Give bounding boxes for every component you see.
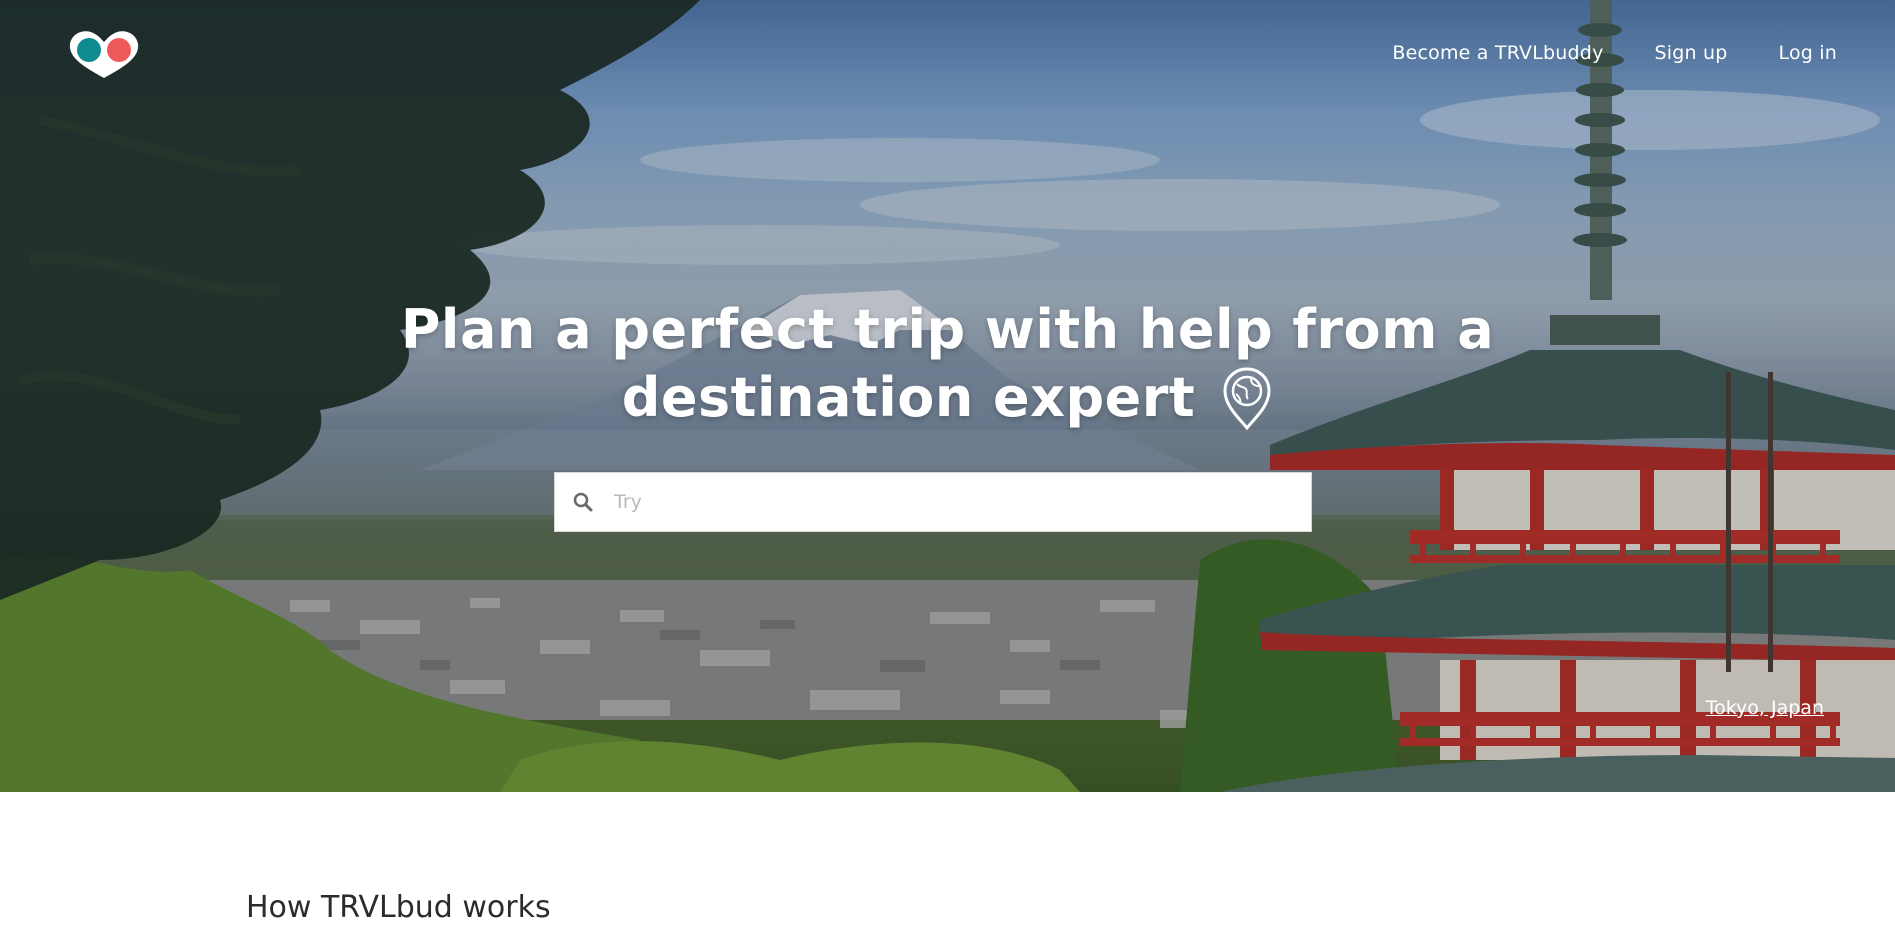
headline-line-1: Plan a perfect trip with help from a bbox=[400, 298, 1495, 361]
search-icon bbox=[573, 492, 593, 512]
log-in-link[interactable]: Log in bbox=[1779, 42, 1838, 64]
headline-line-2-wrapper: destination expert bbox=[622, 364, 1273, 432]
sign-up-link[interactable]: Sign up bbox=[1655, 42, 1728, 64]
destination-search-box[interactable] bbox=[554, 472, 1312, 532]
search-input[interactable] bbox=[612, 472, 1311, 532]
become-buddy-link[interactable]: Become a TRVLbuddy bbox=[1392, 42, 1603, 64]
photo-location-link[interactable]: Tokyo, Japan bbox=[1706, 697, 1824, 719]
trvlbud-heart-logo-icon[interactable] bbox=[66, 28, 142, 80]
hero-headline: Plan a perfect trip with help from a des… bbox=[0, 296, 1895, 432]
hero-banner: Become a TRVLbuddy Sign up Log in Plan a… bbox=[0, 0, 1895, 792]
top-nav: Become a TRVLbuddy Sign up Log in bbox=[1392, 42, 1837, 64]
how-it-works-heading: How TRVLbud works bbox=[246, 890, 551, 925]
headline-line-2: destination expert bbox=[621, 366, 1196, 429]
globe-pin-icon bbox=[1221, 366, 1273, 431]
